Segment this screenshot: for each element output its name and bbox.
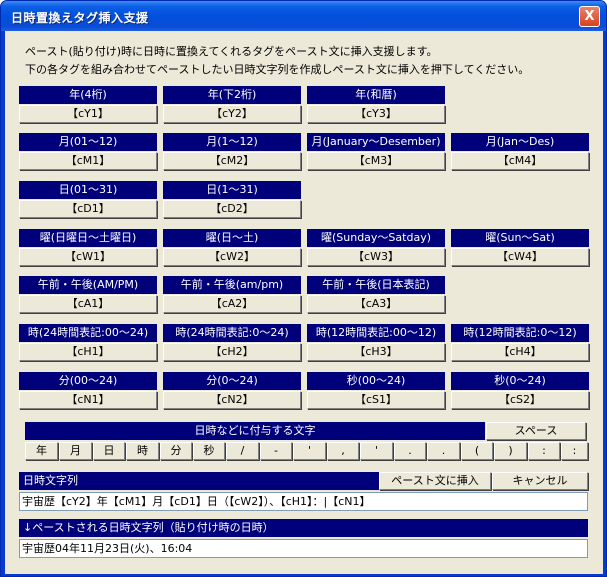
tag-header-3-0: 曜(日曜日～土曜日) xyxy=(19,229,157,247)
tag-header-1-0: 月(01～12) xyxy=(19,133,157,151)
tag-button-3-3[interactable]: 【cW4】 xyxy=(451,248,589,266)
char-button-11[interactable]: . xyxy=(394,442,426,460)
tag-header-6-3: 秒(0～24) xyxy=(451,372,589,390)
tag-button-3-1[interactable]: 【cW2】 xyxy=(163,248,301,266)
tag-header-6-0: 分(00～24) xyxy=(19,372,157,390)
title-bar[interactable]: 日時置換えタグ挿入支援 X xyxy=(1,1,606,31)
tag-header-4-0: 午前・午後(AM/PM) xyxy=(19,276,157,294)
preview-header: ↓ペーストされる日時文字列（貼り付け時の日時） xyxy=(19,519,588,537)
tag-header-5-3: 時(12時間表記:0～12) xyxy=(451,324,589,342)
tag-header-1-2: 月(January～Desember) xyxy=(307,133,445,151)
char-button-14[interactable]: ) xyxy=(494,442,527,460)
tag-header-1-1: 月(1～12) xyxy=(163,133,301,151)
tag-button-4-1[interactable]: 【cA2】 xyxy=(163,295,301,313)
tag-button-1-1[interactable]: 【cM2】 xyxy=(163,152,301,170)
tag-button-3-2[interactable]: 【cW3】 xyxy=(307,248,445,266)
tag-header-3-3: 曜(Sun～Sat) xyxy=(451,229,589,247)
char-button-3[interactable]: 時 xyxy=(126,442,159,460)
preview-output: 宇宙歴04年11月23日(火)、16:04 xyxy=(19,539,588,558)
tag-header-4-1: 午前・午後(am/pm) xyxy=(163,276,301,294)
char-button-6[interactable]: / xyxy=(226,442,259,460)
tag-button-0-1[interactable]: 【cY2】 xyxy=(163,105,301,123)
tag-button-5-2[interactable]: 【cH3】 xyxy=(307,343,445,361)
char-button-12[interactable]: . xyxy=(427,442,460,460)
cancel-button[interactable]: キャンセル xyxy=(492,472,588,490)
tag-header-1-3: 月(Jan～Des) xyxy=(451,133,589,151)
char-button-5[interactable]: 秒 xyxy=(193,442,225,460)
char-button-2[interactable]: 日 xyxy=(93,442,125,460)
tag-button-4-2[interactable]: 【cA3】 xyxy=(307,295,445,313)
char-button-13[interactable]: ( xyxy=(461,442,493,460)
tag-header-2-1: 日(1～31) xyxy=(163,181,301,199)
tag-button-0-0[interactable]: 【cY1】 xyxy=(19,105,157,123)
tag-button-4-0[interactable]: 【cA1】 xyxy=(19,295,157,313)
tag-header-6-2: 秒(00～24) xyxy=(307,372,445,390)
char-button-7[interactable]: - xyxy=(260,442,292,460)
tag-button-6-0[interactable]: 【cN1】 xyxy=(19,391,157,409)
tag-header-4-2: 午前・午後(日本表記) xyxy=(307,276,445,294)
tag-button-5-1[interactable]: 【cH2】 xyxy=(163,343,301,361)
tag-button-1-3[interactable]: 【cM4】 xyxy=(451,152,589,170)
tag-header-5-2: 時(12時間表記:00～12) xyxy=(307,324,445,342)
tag-header-3-2: 曜(Sunday～Satday) xyxy=(307,229,445,247)
datetime-header: 日時文字列 xyxy=(19,472,379,490)
tag-header-0-1: 年(下2桁) xyxy=(163,86,301,104)
tag-button-2-0[interactable]: 【cD1】 xyxy=(19,200,157,218)
tag-header-5-1: 時(24時間表記:0～24) xyxy=(163,324,301,342)
tag-button-5-3[interactable]: 【cH4】 xyxy=(451,343,589,361)
window-title: 日時置換えタグ挿入支援 xyxy=(11,11,149,25)
char-button-4[interactable]: 分 xyxy=(160,442,192,460)
tag-header-2-0: 日(01～31) xyxy=(19,181,157,199)
intro-line-1: ペースト(貼り付け)時に日時に置換えてくれるタグをペースト文に挿入支援します。 xyxy=(25,45,438,58)
char-button-15[interactable]: : xyxy=(528,442,560,460)
extras-header: 日時などに付与する文字 xyxy=(25,422,485,440)
tag-button-2-1[interactable]: 【cD2】 xyxy=(163,200,301,218)
space-button[interactable]: スペース xyxy=(486,422,586,440)
tag-button-1-2[interactable]: 【cM3】 xyxy=(307,152,445,170)
dialog-window: 日時置換えタグ挿入支援 X ペースト(貼り付け)時に日時に置換えてくれるタグをペ… xyxy=(0,0,607,577)
tag-button-0-2[interactable]: 【cY3】 xyxy=(307,105,445,123)
dialog-body: ペースト(貼り付け)時に日時に置換えてくれるタグをペースト文に挿入支援します。 … xyxy=(5,31,603,574)
tag-header-3-1: 曜(日～土) xyxy=(163,229,301,247)
char-button-16[interactable]: : xyxy=(561,442,588,460)
char-button-1[interactable]: 月 xyxy=(59,442,92,460)
char-button-9[interactable]: , xyxy=(327,442,359,460)
tag-header-0-2: 年(和暦) xyxy=(307,86,445,104)
char-button-8[interactable]: ' xyxy=(293,442,326,460)
intro-line-2: 下の各タグを組み合わせてペーストしたい日時文字列を作成しペースト文に挿入を押下し… xyxy=(25,63,530,76)
tag-button-3-0[interactable]: 【cW1】 xyxy=(19,248,157,266)
tag-header-6-1: 分(0～24) xyxy=(163,372,301,390)
insert-button[interactable]: ペースト文に挿入 xyxy=(379,472,491,490)
tag-button-5-0[interactable]: 【cH1】 xyxy=(19,343,157,361)
datetime-input[interactable]: 宇宙歴【cY2】年【cM1】月【cD1】日（【cW2】）、【cH1】：|【cN1… xyxy=(19,492,588,511)
tag-button-6-3[interactable]: 【cS2】 xyxy=(451,391,589,409)
close-button[interactable]: X xyxy=(579,6,600,27)
char-button-0[interactable]: 年 xyxy=(25,442,58,460)
tag-header-5-0: 時(24時間表記:00～24) xyxy=(19,324,157,342)
tag-button-6-2[interactable]: 【cS1】 xyxy=(307,391,445,409)
tag-header-0-0: 年(4桁) xyxy=(19,86,157,104)
tag-button-6-1[interactable]: 【cN2】 xyxy=(163,391,301,409)
tag-button-1-0[interactable]: 【cM1】 xyxy=(19,152,157,170)
char-button-10[interactable]: ' xyxy=(360,442,393,460)
